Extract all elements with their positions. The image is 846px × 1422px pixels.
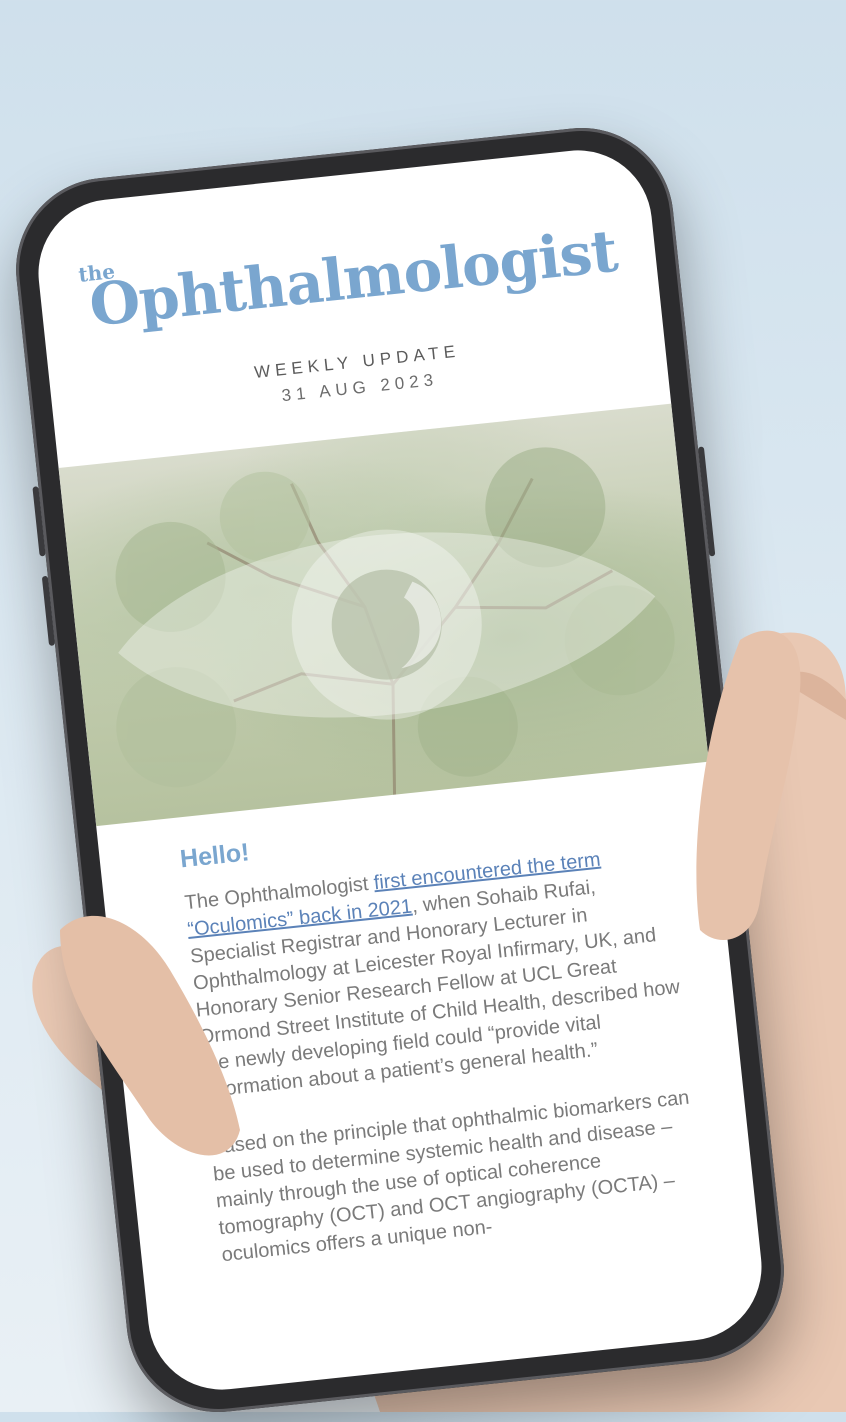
- article-body: Hello! The Ophthalmologist first encount…: [179, 795, 710, 1299]
- power-button: [697, 446, 716, 557]
- eye-icon: [115, 447, 675, 795]
- brand-name: Ophthalmologist: [86, 216, 621, 340]
- email-screen[interactable]: the Ophthalmologist WEEKLY UPDATE 31 AUG…: [31, 143, 769, 1397]
- article-paragraph-2: Based on the principle that ophthalmic b…: [209, 1086, 691, 1267]
- hero-image: [58, 403, 709, 827]
- volume-up-button: [32, 486, 46, 557]
- article-paragraph-1: The Ophthalmologist first encountered th…: [183, 840, 689, 1106]
- newsletter-logo: the Ophthalmologist: [77, 203, 620, 340]
- phone-frame: the Ophthalmologist WEEKLY UPDATE 31 AUG…: [7, 118, 793, 1422]
- volume-down-button: [41, 575, 56, 646]
